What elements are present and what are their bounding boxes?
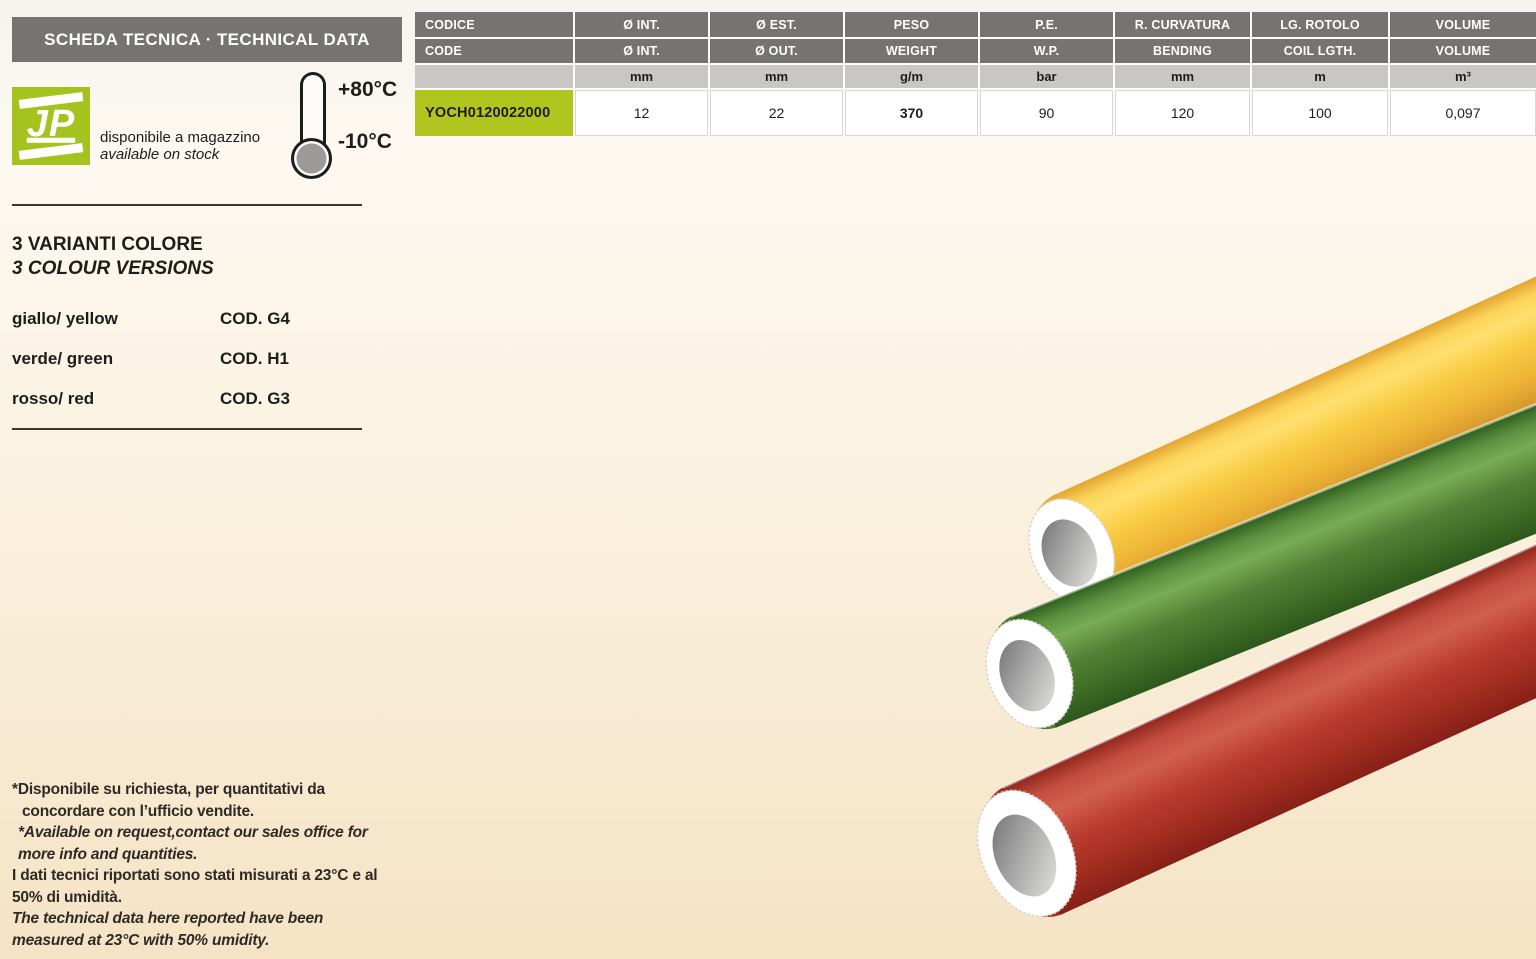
thermometer-bulb <box>291 138 332 179</box>
section-title-bar: SCHEDA TECNICA · TECHNICAL DATA <box>12 17 402 62</box>
divider-bottom <box>12 428 362 430</box>
cell-volume-m3: 0,097 <box>1390 90 1536 136</box>
variant-code: COD. G4 <box>220 309 290 329</box>
col-header-rotolo-it: LG. ROTOLO <box>1252 12 1388 37</box>
temp-max: +80°C <box>338 78 397 102</box>
col-header-int-it: Ø INT. <box>575 12 708 37</box>
hose-red <box>956 512 1536 935</box>
technical-datasheet-page: SCHEDA TECNICA · TECHNICAL DATA CODICE Ø… <box>0 0 1536 959</box>
variant-code: COD. G3 <box>220 389 290 409</box>
unit-cell-wp: bar <box>980 65 1113 88</box>
col-header-volume-it: VOLUME <box>1390 12 1536 37</box>
availability-it: disponibile a magazzino <box>100 129 260 146</box>
variant-name: verde/ green <box>12 349 113 368</box>
unit-cell-coil: m <box>1252 65 1388 88</box>
footnote-measured-en: The technical data here reported have be… <box>12 908 342 951</box>
temp-min: -10°C <box>338 130 392 154</box>
footnote-request-en: *Available on request,contact our sales … <box>12 822 370 865</box>
cell-bending-mm: 120 <box>1115 90 1250 136</box>
unit-cell-bending: mm <box>1115 65 1250 88</box>
col-header-codice: CODICE <box>415 12 573 37</box>
variants-heading-en: 3 COLOUR VERSIONS <box>12 257 214 281</box>
variants-heading-it: 3 VARIANTI COLORE <box>12 233 214 257</box>
col-header-pe-it: P.E. <box>980 12 1113 37</box>
footnotes: *Disponibile su richiesta, per quantitat… <box>12 779 404 951</box>
cell-product-code: YOCH0120022000 <box>415 90 573 136</box>
col-header-peso-it: PESO <box>845 12 978 37</box>
hose-yellow <box>1011 240 1536 620</box>
footnote-measured-it: I dati tecnici riportati sono stati misu… <box>12 865 404 908</box>
variant-name: rosso/ red <box>12 389 94 408</box>
col-header-int-en: Ø INT. <box>575 39 708 63</box>
availability-en: available on stock <box>100 146 260 163</box>
unit-cell-out: mm <box>710 65 843 88</box>
col-header-est-it: Ø EST. <box>710 12 843 37</box>
col-header-bending-en: BENDING <box>1115 39 1250 63</box>
col-header-volume-en: VOLUME <box>1390 39 1536 63</box>
hose-green <box>968 375 1536 744</box>
cell-wp-bar: 90 <box>980 90 1113 136</box>
col-header-curv-it: R. CURVATURA <box>1115 12 1250 37</box>
unit-cell-int: mm <box>575 65 708 88</box>
divider-top <box>12 204 362 206</box>
unit-cell-weight: g/m <box>845 65 978 88</box>
cell-out-mm: 22 <box>710 90 843 136</box>
variant-row-green: verde/ green COD. H1 <box>12 349 362 369</box>
variant-row-yellow: giallo/ yellow COD. G4 <box>12 309 362 329</box>
availability-note: disponibile a magazzino available on sto… <box>100 129 260 163</box>
cell-int-mm: 12 <box>575 90 708 136</box>
temperature-range: +80°C -10°C <box>288 72 408 172</box>
variants-heading: 3 VARIANTI COLORE 3 COLOUR VERSIONS <box>12 233 214 281</box>
technical-data-table: CODICE Ø INT. Ø EST. PESO P.E. R. CURVAT… <box>415 12 1536 136</box>
col-header-code: CODE <box>415 39 573 63</box>
col-header-out-en: Ø OUT. <box>710 39 843 63</box>
unit-cell-empty <box>415 65 573 88</box>
cell-weight-gm: 370 <box>845 90 978 136</box>
unit-cell-volume: m³ <box>1390 65 1536 88</box>
logo-text: JP <box>12 103 90 146</box>
page-title: SCHEDA TECNICA · TECHNICAL DATA <box>44 30 370 50</box>
cell-coil-m: 100 <box>1252 90 1388 136</box>
variant-row-red: rosso/ red COD. G3 <box>12 389 362 409</box>
variant-name: giallo/ yellow <box>12 309 118 328</box>
jp-brand-logo: JP <box>12 87 90 165</box>
col-header-wp-en: W.P. <box>980 39 1113 63</box>
footnote-request-it: *Disponibile su richiesta, per quantitat… <box>12 779 374 822</box>
col-header-coil-en: COIL LGTH. <box>1252 39 1388 63</box>
variant-code: COD. H1 <box>220 349 289 369</box>
col-header-weight-en: WEIGHT <box>845 39 978 63</box>
